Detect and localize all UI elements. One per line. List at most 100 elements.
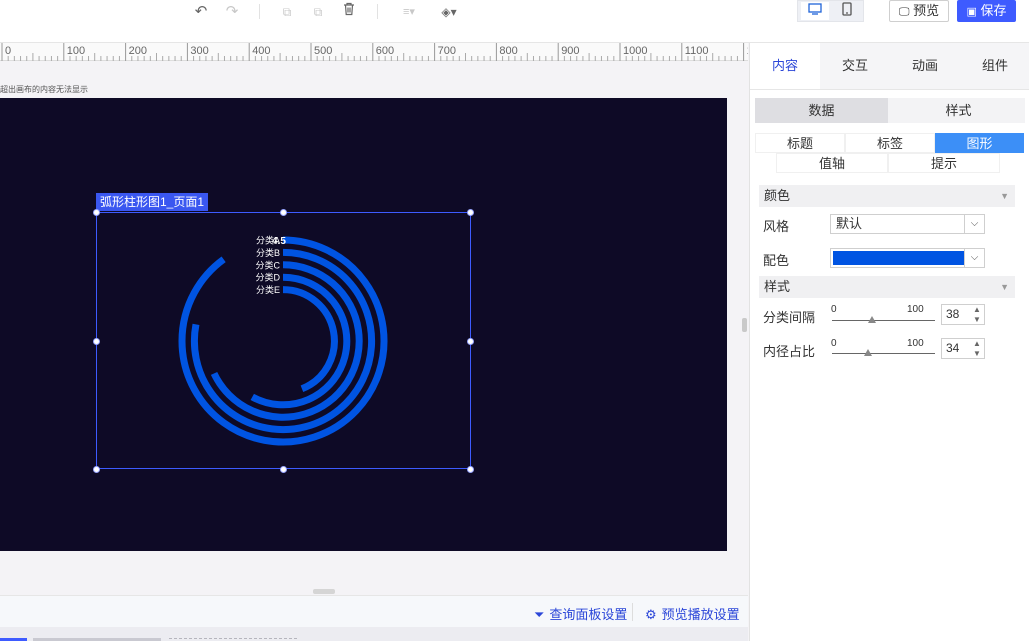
palette-label: 配色 <box>763 253 790 268</box>
ptab-tooltip[interactable]: 提示 <box>888 153 1000 173</box>
copy-icon[interactable]: ⧉ <box>277 2 297 22</box>
ruler-tick-label: 700 <box>438 45 456 57</box>
ptab-label[interactable]: 标签 <box>845 133 935 153</box>
align-icon[interactable]: ≡▾ <box>396 2 422 22</box>
ruler-tick-label: 800 <box>499 45 517 57</box>
layers-icon[interactable]: ◈▾ <box>436 2 462 22</box>
resize-handle-se[interactable] <box>467 466 474 473</box>
collapse-icon: ▼ <box>1000 282 1009 292</box>
inner-radius-stepper[interactable]: 34 ▲ ▼ <box>941 338 985 359</box>
desktop-view-button[interactable] <box>801 2 829 20</box>
subtab-style[interactable]: 样式 <box>892 98 1025 123</box>
horizontal-scrollbar[interactable] <box>313 589 335 594</box>
inner-slider-thumb[interactable] <box>864 349 872 356</box>
inner-slider-track[interactable] <box>832 353 935 354</box>
tab-component[interactable]: 组件 <box>960 43 1029 89</box>
monitor-icon: 🖵 <box>898 6 910 18</box>
ptab-title[interactable]: 标题 <box>755 133 845 153</box>
gap-label: 分类间隔 <box>763 310 816 325</box>
chevron-down-icon: ⌵ <box>964 215 984 233</box>
mobile-view-button[interactable] <box>833 2 861 20</box>
stepper-up-icon[interactable]: ▲ <box>970 305 984 314</box>
stepper-up-icon[interactable]: ▲ <box>970 339 984 348</box>
gear-icon: ⚙ <box>645 607 657 622</box>
section-color-header[interactable]: 颜色 ▼ <box>759 185 1015 207</box>
tab-animation[interactable]: 动画 <box>890 43 960 89</box>
ruler-tick-label: 900 <box>561 45 579 57</box>
style-select-value: 默认 <box>836 216 863 231</box>
tab-content[interactable]: 内容 <box>750 43 820 89</box>
filter-icon: ⏷ <box>534 607 545 622</box>
ruler-tick-label: 200 <box>129 45 147 57</box>
resize-handle-n[interactable] <box>280 209 287 216</box>
palette-select[interactable]: ⌵ <box>830 248 985 268</box>
chevron-down-icon: ⌵ <box>964 249 984 267</box>
redo-icon[interactable]: ↷ <box>222 2 242 22</box>
app-root: ↶ ↷ ⧉ ⧉ ≡▾ ◈▾ 🖵 预览 ▣ 保存 010020030040 <box>0 0 1029 641</box>
panel-tabs: 内容 交互 动画 组件 <box>750 43 1029 90</box>
inner-radius-label: 内径占比 <box>763 344 816 359</box>
style-label: 风格 <box>763 219 790 234</box>
ruler-scale: 0 100 200 300 400 500 600 700 800 900 1000 1100 1200 <box>1 43 748 61</box>
gap-slider-track[interactable] <box>832 320 935 321</box>
resize-handle-nw[interactable] <box>93 209 100 216</box>
ruler-tick-label: 100 <box>67 45 85 57</box>
tab-interaction[interactable]: 交互 <box>820 43 890 89</box>
subtab-data[interactable]: 数据 <box>755 98 888 123</box>
stepper-down-icon[interactable]: ▼ <box>970 315 984 324</box>
ruler-tick-label: 1100 <box>685 45 709 57</box>
ptab-value-axis[interactable]: 值轴 <box>776 153 888 173</box>
collapse-icon: ▼ <box>1000 191 1009 201</box>
ruler-tick-label: 600 <box>376 45 394 57</box>
style-select[interactable]: 默认 ⌵ <box>830 214 985 234</box>
bottom-settings-bar: ⏷ 查询面板设置 ⚙ 预览播放设置 <box>0 595 748 627</box>
toolbar-divider <box>377 4 378 19</box>
paste-icon[interactable]: ⧉ <box>308 2 328 22</box>
save-button[interactable]: ▣ 保存 <box>957 0 1016 22</box>
query-panel-settings-label: 查询面板设置 <box>549 607 628 622</box>
data-style-switch: 数据 样式 <box>755 98 1025 123</box>
gap-stepper[interactable]: 38 ▲ ▼ <box>941 304 985 325</box>
stepper-down-icon[interactable]: ▼ <box>970 349 984 358</box>
resize-handle-e[interactable] <box>467 338 474 345</box>
save-button-label: 保存 <box>980 3 1007 18</box>
selection-box[interactable] <box>96 212 471 469</box>
preview-button[interactable]: 🖵 预览 <box>889 0 949 22</box>
ptab-graphic[interactable]: 图形 <box>935 133 1024 153</box>
query-panel-settings-link[interactable]: ⏷ 查询面板设置 <box>534 604 627 623</box>
horizontal-ruler: 0 100 200 300 400 500 600 700 800 900 1000 1100 1200 <box>0 43 748 61</box>
gap-slider-thumb[interactable] <box>868 316 876 323</box>
preview-play-settings-label: 预览播放设置 <box>661 607 740 622</box>
gap-value: 38 <box>946 307 960 321</box>
ruler-tick-label: 0 <box>5 45 11 57</box>
ruler-tick-label: 300 <box>190 45 208 57</box>
preview-play-settings-link[interactable]: ⚙ 预览播放设置 <box>645 604 740 623</box>
vertical-scrollbar[interactable] <box>742 318 747 332</box>
bottom-divider <box>632 603 633 621</box>
resize-handle-sw[interactable] <box>93 466 100 473</box>
inner-slider-min: 0 <box>831 338 837 349</box>
ruler-tick-label: 500 <box>314 45 332 57</box>
gap-slider-min: 0 <box>831 304 837 315</box>
resize-handle-w[interactable] <box>93 338 100 345</box>
gap-slider-max: 100 <box>907 304 924 315</box>
resize-handle-s[interactable] <box>280 466 287 473</box>
ruler-tick-label: 1200 <box>747 45 748 57</box>
trash-icon[interactable] <box>339 2 359 22</box>
undo-icon[interactable]: ↶ <box>191 2 211 22</box>
section-color-title: 颜色 <box>764 188 791 203</box>
preview-button-label: 预览 <box>913 3 940 18</box>
top-toolbar: ↶ ↷ ⧉ ⧉ ≡▾ ◈▾ 🖵 预览 ▣ 保存 <box>0 0 1029 43</box>
section-style-header[interactable]: 样式 ▼ <box>759 276 1015 298</box>
section-style-title: 样式 <box>764 279 791 294</box>
ruler-tick-label: 400 <box>252 45 270 57</box>
canvas-overflow-note: 超出画布的内容无法显示 <box>0 85 88 94</box>
component-name-tag[interactable]: 弧形柱形图1_页面1 <box>96 193 209 211</box>
toolbar-divider <box>259 4 260 19</box>
inner-radius-value: 34 <box>946 341 960 355</box>
inner-slider-max: 100 <box>907 338 924 349</box>
resize-handle-ne[interactable] <box>467 209 474 216</box>
ruler-tick-label: 1000 <box>623 45 647 57</box>
palette-swatch <box>833 251 964 265</box>
property-panel: 内容 交互 动画 组件 数据 样式 标题 标签 图形 值轴 提示 颜色 ▼ 风格… <box>749 43 1029 641</box>
